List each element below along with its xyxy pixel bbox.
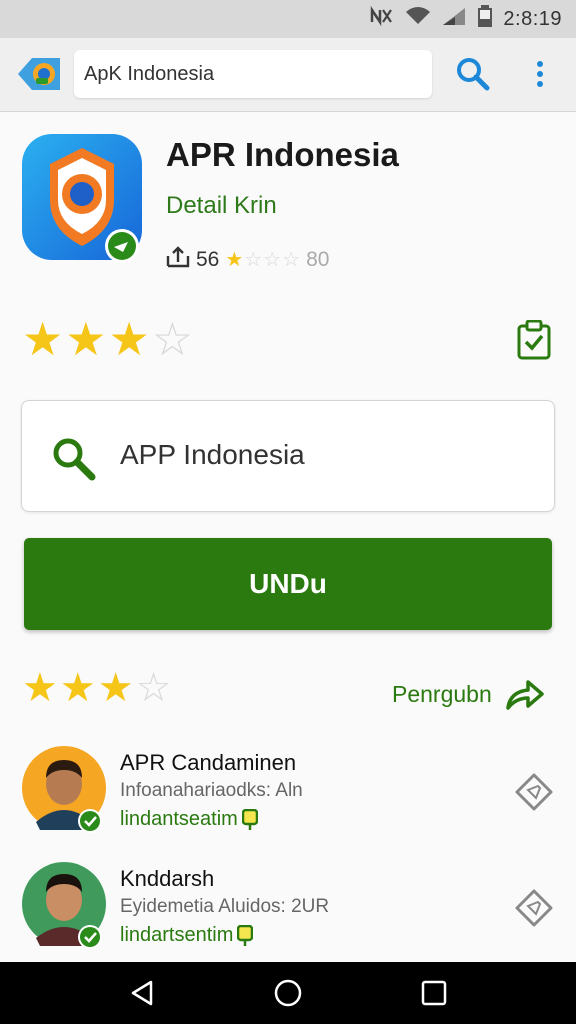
reviewer-name: Knddarsh — [120, 866, 215, 891]
list-item[interactable]: Knddarsh Eyidemetia Aluidos: 2UR lindart… — [0, 862, 576, 962]
review-tag: lindantseatim — [120, 808, 258, 831]
home-icon[interactable] — [273, 978, 303, 1008]
recents-icon[interactable] — [419, 978, 449, 1008]
clipboard-check-icon[interactable] — [516, 319, 552, 360]
star-icon: ★ — [225, 249, 244, 271]
star-icon: ★ — [22, 666, 58, 710]
app-bar: ApK Indonesia — [0, 38, 576, 112]
app-title: APR Indonesia — [166, 136, 399, 173]
overflow-menu-icon[interactable] — [528, 56, 552, 92]
battery-icon — [477, 5, 493, 33]
review-tag: lindartsentim — [120, 924, 254, 947]
reviews-link[interactable]: Penrgubn — [392, 676, 544, 712]
avatar — [22, 862, 106, 949]
reviews-link-label: Penrgubn — [392, 680, 492, 707]
status-bar: 2:8:19 — [0, 0, 576, 38]
star-icon[interactable]: ★ — [22, 316, 63, 362]
star-icon: ★ — [59, 666, 96, 710]
review-star-rating: ★ ★ ★ ☆ — [22, 668, 171, 708]
star-icon: ☆ — [282, 249, 301, 271]
app-subtitle[interactable]: Detail Krin — [166, 192, 277, 220]
search-icon[interactable] — [455, 56, 491, 92]
search-input[interactable]: ApK Indonesia — [74, 50, 432, 98]
status-time: 2:8:19 — [503, 7, 562, 30]
pin-icon[interactable] — [514, 772, 554, 812]
share-icon[interactable] — [166, 246, 190, 274]
search-card-text: APP Indonesia — [120, 439, 305, 470]
star-icon: ☆ — [135, 666, 172, 710]
meta-star-rating: ★ ☆ ☆ ☆ — [225, 250, 300, 270]
search-icon — [50, 435, 96, 481]
star-icon[interactable]: ★ — [109, 316, 150, 362]
badge-icon — [237, 924, 254, 946]
star-icon: ☆ — [263, 249, 282, 271]
review-text: Eyidemetia Aluidos: 2UR — [120, 896, 330, 917]
share-arrow-icon — [506, 680, 544, 710]
download-button[interactable]: UNDu — [24, 538, 552, 630]
rating-count: 56 — [196, 248, 220, 271]
badge-icon — [241, 808, 258, 830]
list-item[interactable]: APR Candaminen Infoanahariaodks: Aln lin… — [0, 746, 576, 846]
review-tag-label: lindartsentim — [120, 924, 234, 946]
back-icon[interactable] — [127, 978, 157, 1008]
navigation-bar — [0, 962, 576, 1024]
review-text: Infoanahariaodks: Aln — [120, 780, 303, 801]
star-icon: ★ — [97, 666, 134, 710]
pin-icon[interactable] — [514, 888, 554, 928]
nfc-off-icon — [369, 5, 395, 32]
app-meta-row: 56 ★ ☆ ☆ ☆ 80 — [166, 246, 329, 274]
search-card[interactable]: APP Indonesia — [21, 400, 555, 512]
reviewer-name: APR Candaminen — [120, 750, 297, 775]
star-icon: ☆ — [244, 249, 263, 271]
app-icon — [22, 134, 144, 264]
wifi-icon — [405, 6, 431, 32]
star-icon[interactable]: ☆ — [152, 316, 193, 362]
app-back-icon[interactable] — [14, 52, 64, 96]
star-icon[interactable]: ★ — [65, 316, 106, 362]
avatar — [22, 746, 106, 833]
review-tag-label: lindantseatim — [120, 808, 238, 830]
star-rating[interactable]: ★ ★ ★ ☆ — [22, 316, 193, 362]
meta-suffix: 80 — [306, 248, 330, 271]
signal-icon — [441, 6, 467, 32]
